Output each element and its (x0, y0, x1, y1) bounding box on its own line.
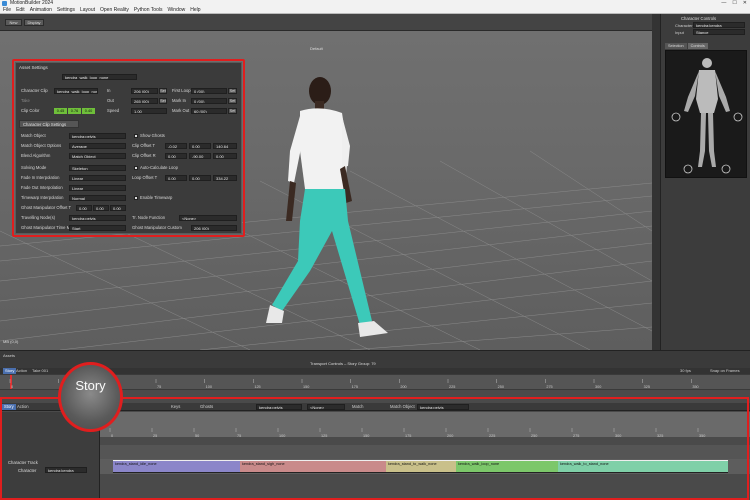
ruler-tick-label: 0 (11, 385, 13, 389)
app-logo-icon (2, 1, 7, 6)
menu-open-reality[interactable]: Open Reality (100, 7, 129, 13)
transport-label: Assets (3, 353, 16, 358)
highlight-outline (12, 59, 245, 237)
character-label: Character (675, 23, 693, 28)
ruler-tick-label: 225 (449, 385, 455, 389)
transport-title: Transport Controls – Story Group: 79 (310, 361, 376, 366)
menu-settings[interactable]: Settings (57, 7, 75, 13)
menu-help[interactable]: Help (190, 7, 200, 13)
character-tabs: Selection Controls (665, 43, 708, 49)
menu-bar: File Edit Animation Settings Layout Open… (0, 7, 750, 14)
menu-python-tools[interactable]: Python Tools (134, 7, 163, 13)
toolbar: New Display (0, 14, 750, 31)
ruler-tick-label: 300 (595, 385, 601, 389)
snap-field[interactable]: Snap on Frames (710, 368, 740, 374)
maximize-icon[interactable]: ☐ (732, 0, 736, 7)
character-model[interactable] (260, 71, 410, 341)
input-label: Input (675, 30, 684, 35)
ruler-tick-label: 275 (546, 385, 552, 389)
window-title: MotionBuilder 2024 (10, 0, 54, 6)
menu-file[interactable]: File (3, 7, 11, 13)
title-bar: MotionBuilder 2024 (0, 0, 750, 7)
take-field[interactable]: Take 001 (32, 368, 48, 374)
tool-strip[interactable] (652, 14, 661, 350)
story-callout-label: Story (75, 378, 106, 393)
menu-layout[interactable]: Layout (80, 7, 95, 13)
ruler-tick-label: 125 (254, 385, 260, 389)
character-preview[interactable] (665, 50, 747, 178)
window-controls: — ☐ ✕ (721, 0, 747, 7)
ruler-tick-label: 350 (692, 385, 698, 389)
viewport-status: MB (0,0) (3, 339, 19, 344)
new-button[interactable]: New (5, 19, 22, 26)
input-field[interactable]: Stance (693, 29, 745, 35)
story-callout-circle (58, 362, 123, 432)
menu-window[interactable]: Window (167, 7, 185, 13)
tab-story-transport[interactable]: Story (3, 368, 17, 374)
ruler-tick-label: 325 (644, 385, 650, 389)
viewport-label: Default (310, 46, 323, 51)
character-field[interactable]: kendra:kendra (693, 22, 745, 28)
character-controls-title: Character Controls (681, 16, 717, 21)
ruler-tick-label: 75 (157, 385, 161, 389)
display-button[interactable]: Display (24, 19, 44, 26)
tab-controls[interactable]: Controls (687, 43, 708, 49)
tab-selection[interactable]: Selection (665, 43, 687, 49)
ruler-tick-label: 175 (352, 385, 358, 389)
ruler-tick-label: 250 (498, 385, 504, 389)
tab-action-transport[interactable]: Action (16, 368, 27, 374)
ruler-tick-label: 150 (303, 385, 309, 389)
ruler-tick-label: 200 (400, 385, 406, 389)
minimize-icon[interactable]: — (721, 0, 726, 7)
fps-field[interactable]: 30 fps (680, 368, 691, 374)
ruler-tick-label: 100 (206, 385, 212, 389)
skeleton-figure-icon (671, 58, 743, 174)
menu-edit[interactable]: Edit (16, 7, 25, 13)
menu-animation[interactable]: Animation (30, 7, 52, 13)
close-icon[interactable]: ✕ (743, 0, 747, 7)
